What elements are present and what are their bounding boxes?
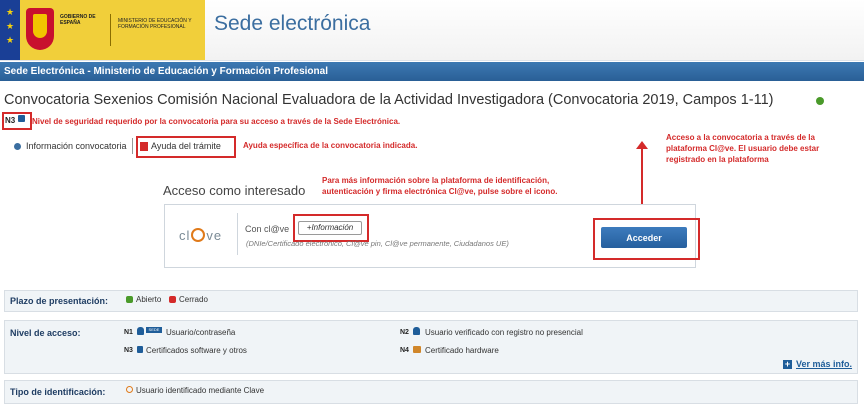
user-icon: [137, 327, 144, 335]
verified-user-icon: [413, 327, 420, 335]
tipo-value: Usuario identificado mediante Clave: [136, 386, 265, 395]
level-n2-code: N2: [400, 329, 409, 336]
access-title: Acceso como interesado: [163, 183, 306, 198]
plus-icon[interactable]: +: [783, 360, 792, 369]
page-title: Convocatoria Sexenios Comisión Nacional …: [4, 92, 774, 108]
lock-icon: [18, 115, 25, 122]
info-icon: [14, 143, 21, 150]
plazo-label: Plazo de presentación:: [10, 296, 109, 306]
clave-logo: cl ve: [179, 228, 222, 243]
con-clave-label: Con cl@ve: [245, 224, 290, 234]
more-info-button[interactable]: +Información: [298, 221, 362, 235]
tipo-label: Tipo de identificación:: [10, 387, 106, 397]
security-level-code: N3: [5, 116, 16, 125]
level-n1-text: Usuario/contraseña: [166, 328, 236, 337]
breadcrumb[interactable]: Sede Electrónica - Ministerio de Educaci…: [4, 66, 328, 77]
status-check-icon: [816, 97, 824, 105]
coat-of-arms-icon: [26, 8, 54, 50]
open-status: Abierto: [136, 295, 162, 304]
level-n3-code: N3: [124, 347, 133, 354]
tab-info-convocatoria[interactable]: Información convocatoria: [26, 141, 127, 151]
lock-icon: [137, 346, 143, 353]
level-n4-code: N4: [400, 347, 409, 354]
closed-status-icon: [169, 296, 176, 303]
tab-ayuda-tramite[interactable]: Ayuda del trámite: [151, 141, 221, 151]
level-n4-text: Certificado hardware: [425, 346, 499, 355]
tipo-panel: [4, 380, 858, 404]
panel-divider: [237, 213, 238, 255]
site-title: Sede electrónica: [214, 12, 371, 35]
tab-divider: [132, 138, 133, 154]
access-note: Acceso a la convocatoria a través de la …: [666, 133, 820, 164]
eu-flag-icon: ★ ★ ★: [0, 0, 20, 60]
acceder-button[interactable]: Acceder: [601, 227, 687, 248]
clave-description: (DNIe/Certificado electrónico, Cl@ve pin…: [246, 239, 509, 248]
level-n2-text: Usuario verificado con registro no prese…: [425, 328, 583, 337]
level-n1-code: N1: [124, 329, 133, 336]
logo-divider: [110, 14, 111, 46]
nivel-label: Nivel de acceso:: [10, 328, 81, 338]
clave-logo-right: ve: [206, 228, 223, 243]
ministry-text: MINISTERIO DE EDUCACIÓN Y FORMACIÓN PROF…: [118, 18, 192, 30]
clave-logo-left: cl: [179, 228, 191, 243]
level-n3-text: Certificados software y otros: [146, 346, 247, 355]
gov-text: GOBIERNO DE ESPAÑA: [60, 14, 96, 26]
help-note: Ayuda específica de la convocatoria indi…: [243, 141, 418, 150]
security-note: Nivel de seguridad requerido por la conv…: [32, 117, 401, 126]
clave-at-icon: [191, 228, 206, 242]
pdf-icon: [140, 142, 148, 151]
more-info-link[interactable]: Ver más info.: [796, 359, 852, 369]
more-info-note: Para más información sobre la plataforma…: [322, 176, 558, 196]
clave-icon: [126, 386, 133, 393]
sede-badge-icon: SEDE: [146, 327, 162, 333]
closed-status: Cerrado: [179, 295, 208, 304]
hardware-token-icon: [413, 346, 421, 353]
open-status-icon: [126, 296, 133, 303]
